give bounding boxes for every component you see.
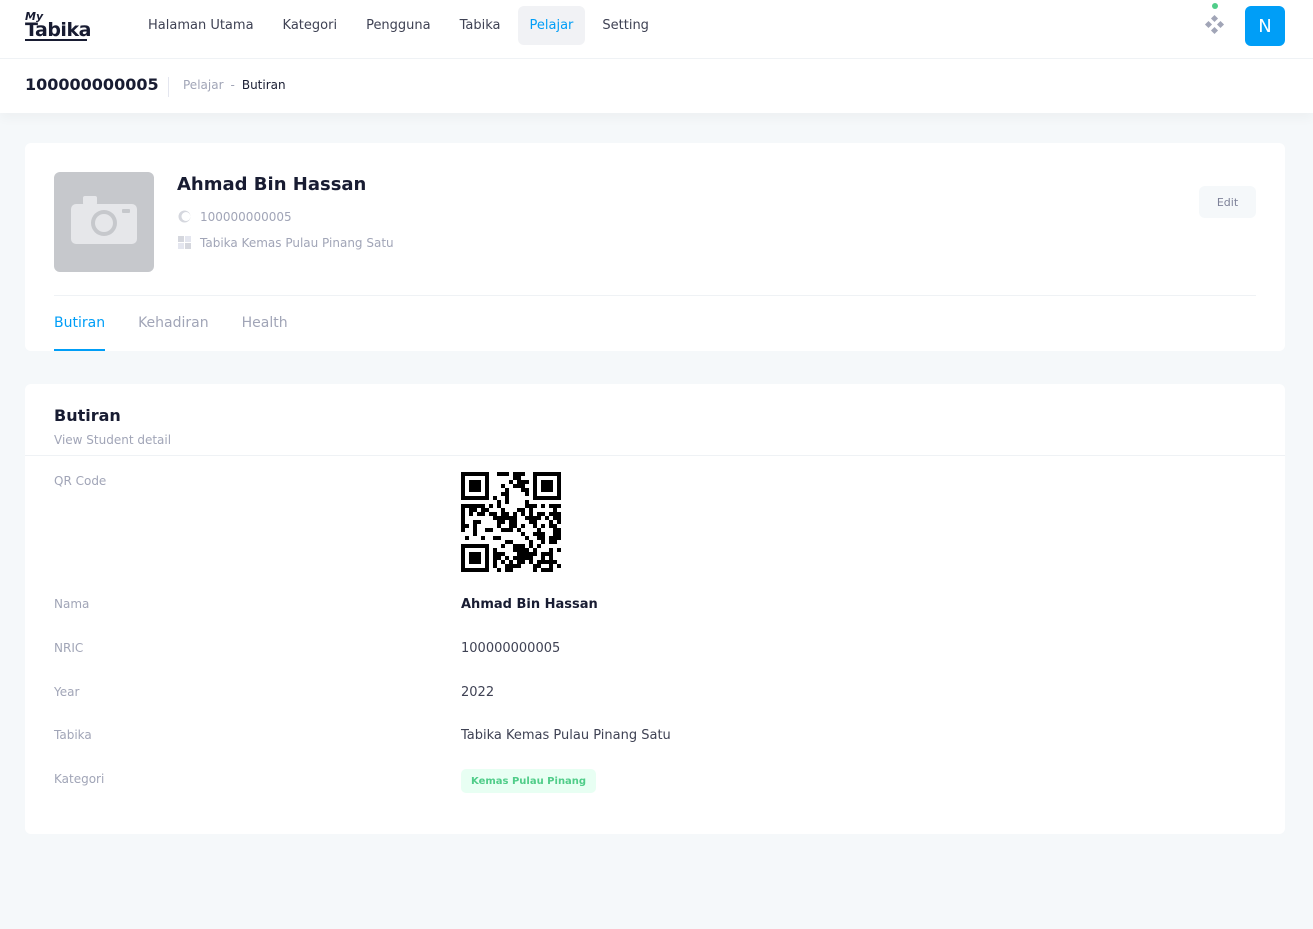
id-icon	[178, 210, 191, 223]
user-avatar[interactable]: N	[1245, 6, 1285, 46]
student-school: Tabika Kemas Pulau Pinang Satu	[200, 235, 394, 250]
title-separator	[168, 77, 169, 97]
details-divider	[25, 455, 1285, 456]
nric-value: 100000000005	[461, 641, 561, 656]
breadcrumb-pelajar[interactable]: Pelajar	[183, 78, 224, 92]
school-label: Tabika	[54, 728, 92, 742]
nav-item-pelajar[interactable]: Pelajar	[517, 6, 586, 45]
school-value: Tabika Kemas Pulau Pinang Satu	[461, 728, 671, 743]
camera-icon	[71, 196, 137, 244]
nav-item-setting[interactable]: Setting	[590, 6, 661, 45]
qr-code-label: QR Code	[54, 474, 107, 488]
details-title: Butiran	[54, 406, 121, 425]
student-school-meta: Tabika Kemas Pulau Pinang Satu	[177, 235, 394, 250]
qr-code-image	[461, 472, 561, 572]
profile-card: Ahmad Bin Hassan 100000000005 Tabika Kem…	[25, 143, 1285, 351]
logo-name: Tabika	[25, 19, 91, 41]
category-label: Kategori	[54, 772, 105, 786]
apps-menu-icon[interactable]	[1204, 14, 1225, 35]
name-value: Ahmad Bin Hassan	[461, 597, 598, 612]
tab-butiran[interactable]: Butiran	[54, 296, 106, 351]
nav-item-halaman-utama[interactable]: Halaman Utama	[136, 6, 266, 45]
name-label: Nama	[54, 597, 90, 611]
student-photo	[54, 172, 154, 272]
nav-item-tabika[interactable]: Tabika	[448, 6, 513, 45]
breadcrumb: Pelajar - Butiran	[183, 78, 286, 92]
details-card: Butiran View Student detail QR Code Nama…	[25, 384, 1285, 834]
year-label: Year	[54, 685, 80, 699]
app-logo[interactable]: My Tabika	[25, 10, 91, 42]
nav-item-pengguna[interactable]: Pengguna	[354, 6, 443, 45]
page-title: 100000000005	[25, 75, 159, 94]
profile-tabs: Butiran Kehadiran Health	[54, 296, 288, 351]
notification-dot	[1212, 3, 1218, 9]
year-value: 2022	[461, 685, 495, 700]
tab-kehadiran[interactable]: Kehadiran	[138, 296, 209, 351]
nric-label: NRIC	[54, 641, 84, 655]
breadcrumb-current: Butiran	[241, 78, 286, 92]
details-subtitle: View Student detail	[54, 433, 172, 447]
category-badge: Kemas Pulau Pinang	[461, 769, 597, 793]
logo-underline	[25, 39, 87, 41]
main-nav: Halaman Utama Kategori Pengguna Tabika P…	[136, 6, 666, 45]
student-nric-meta: 100000000005	[177, 209, 292, 224]
tab-health[interactable]: Health	[242, 296, 288, 351]
breadcrumb-separator: -	[230, 78, 235, 92]
student-nric: 100000000005	[200, 209, 292, 224]
student-name: Ahmad Bin Hassan	[177, 174, 367, 195]
school-icon	[178, 236, 191, 249]
top-header: My Tabika Halaman Utama Kategori Penggun…	[0, 0, 1313, 59]
nav-item-kategori[interactable]: Kategori	[271, 6, 350, 45]
page-toolbar: 100000000005 Pelajar - Butiran	[0, 59, 1313, 113]
edit-button[interactable]: Edit	[1199, 186, 1256, 218]
